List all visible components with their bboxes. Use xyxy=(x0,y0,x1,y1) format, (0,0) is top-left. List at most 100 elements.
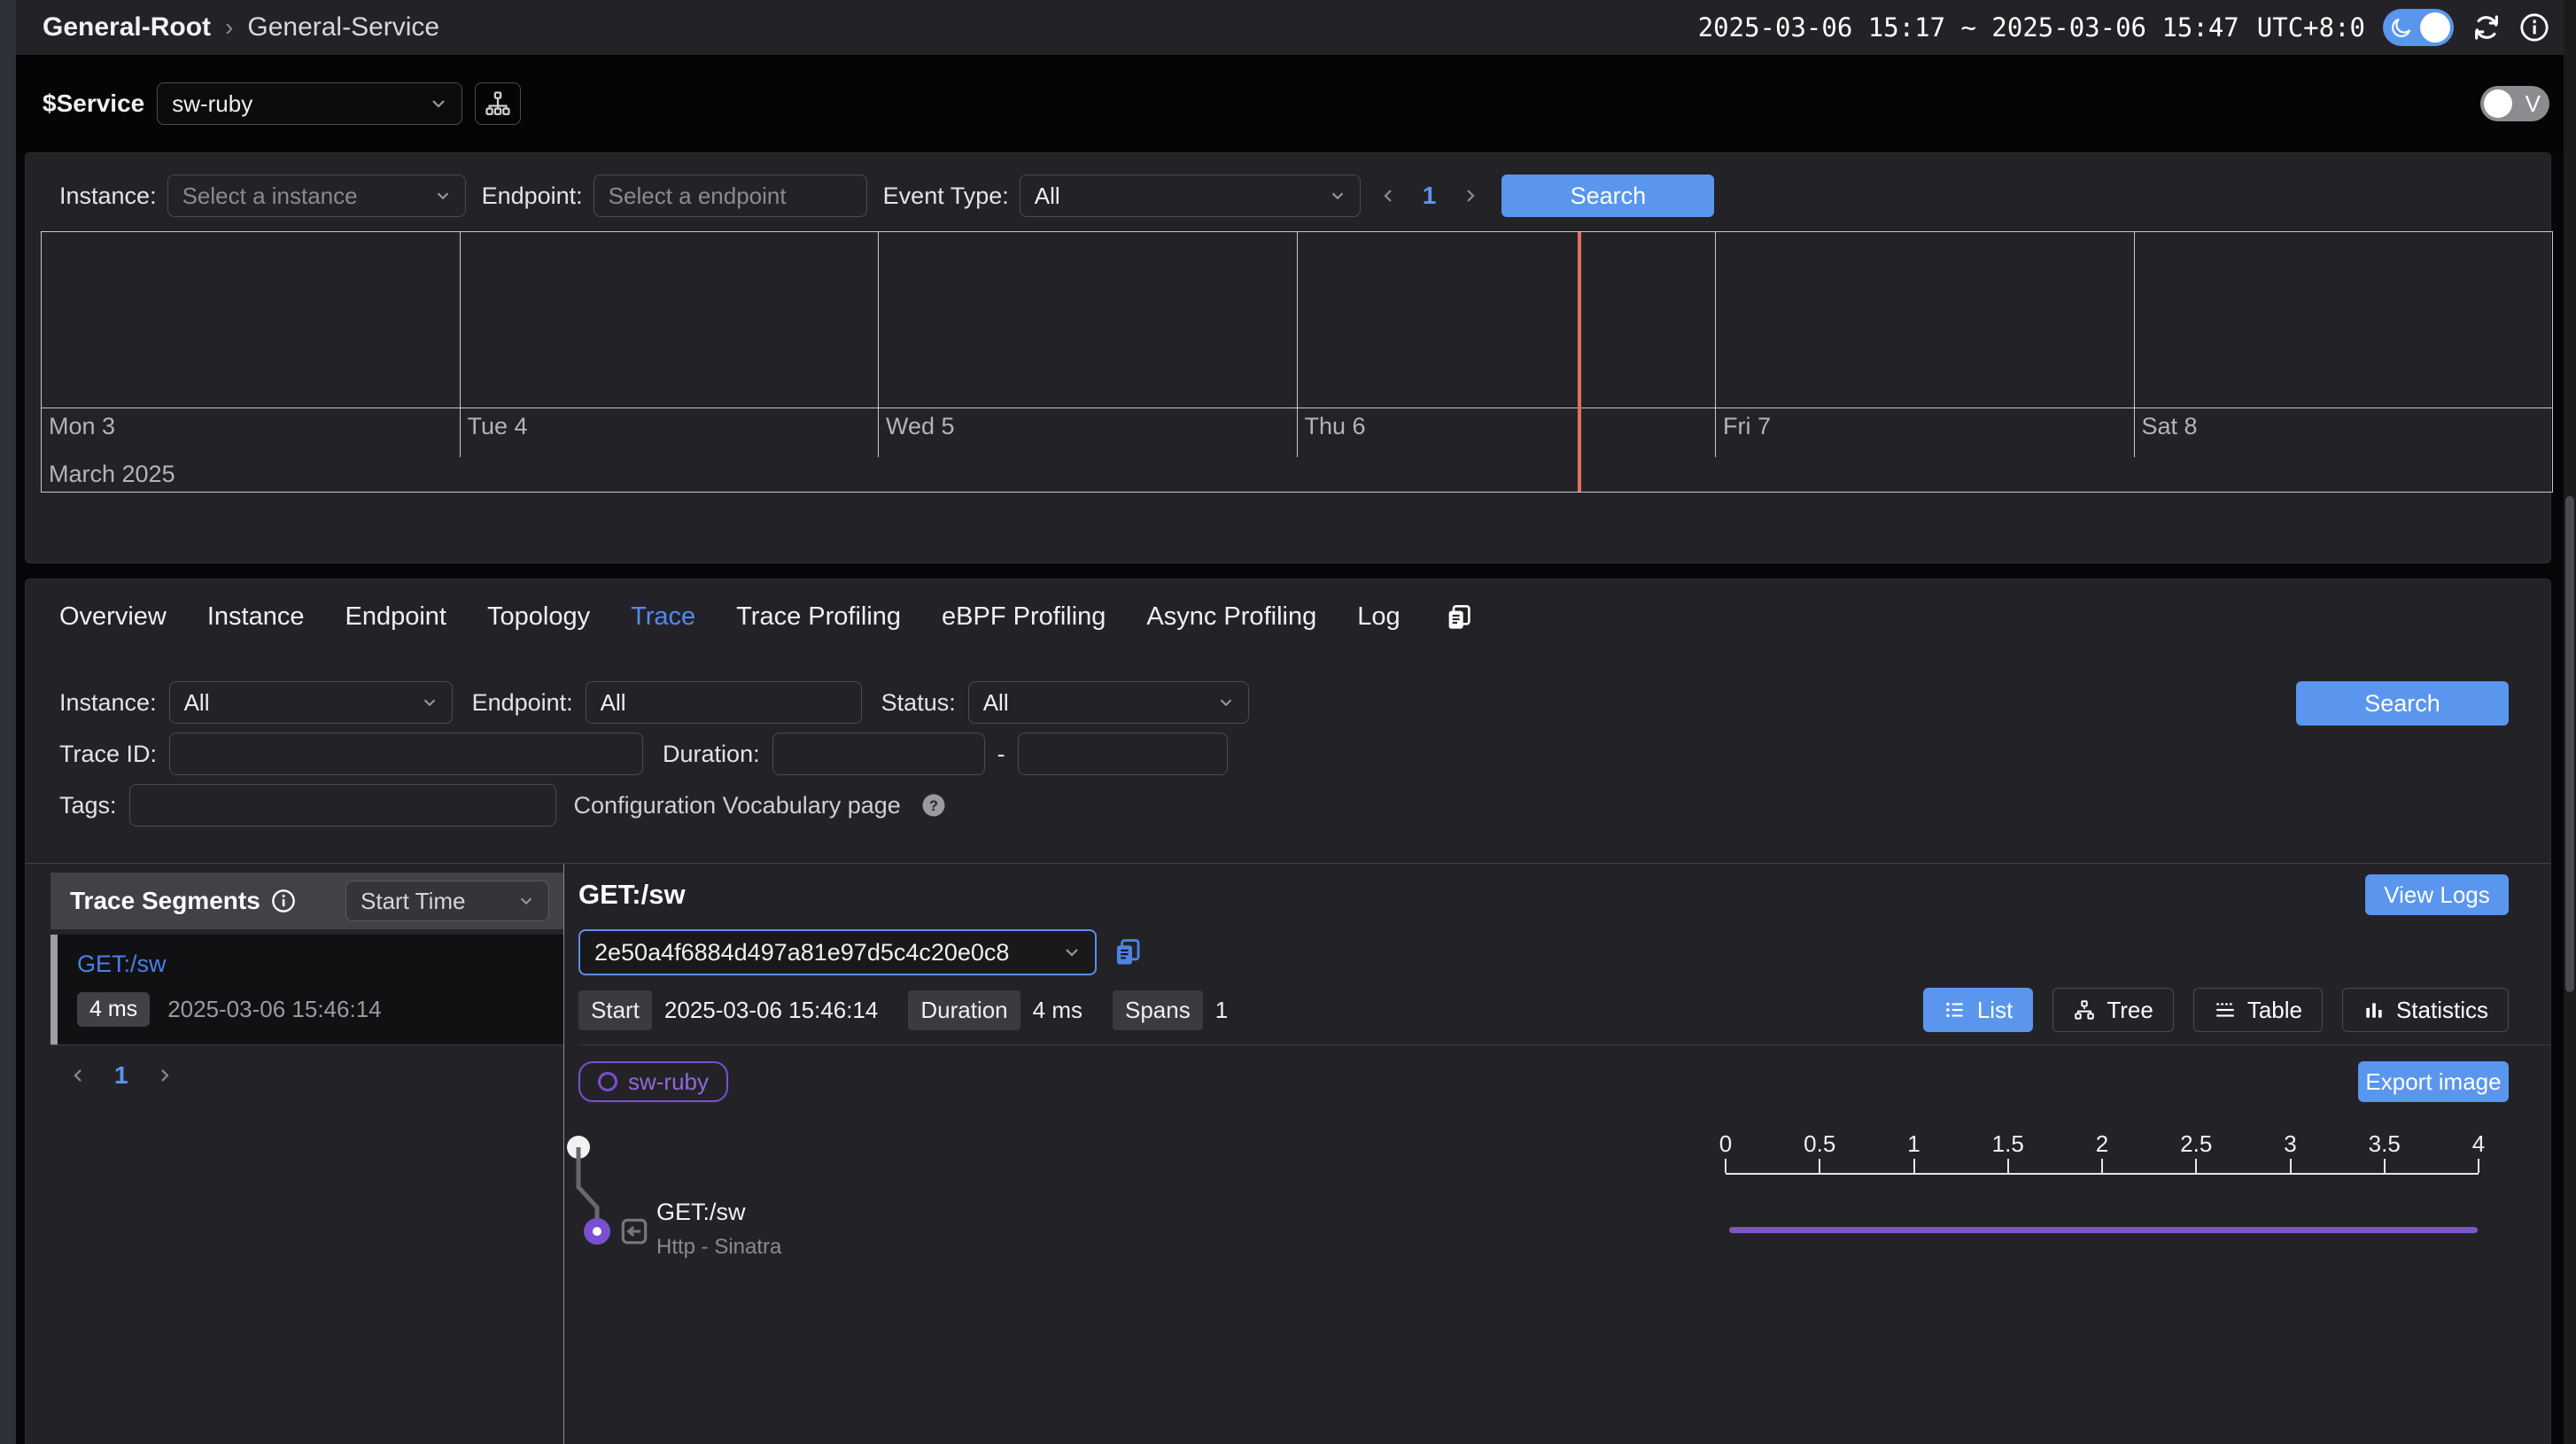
start-group: Start 2025-03-06 15:46:14 xyxy=(578,990,878,1030)
view-statistics-button[interactable]: Statistics xyxy=(2342,988,2509,1032)
trace-instance-value: All xyxy=(184,689,210,717)
export-image-button[interactable]: Export image xyxy=(2358,1061,2509,1102)
timezone-label: UTC+8:0 xyxy=(2257,12,2365,43)
calendar-day-column: Thu 6 xyxy=(1298,232,1717,457)
scrollbar-thumb[interactable] xyxy=(2565,496,2574,992)
view-table-button[interactable]: Table xyxy=(2193,988,2323,1032)
tree-icon xyxy=(2073,998,2096,1021)
tab-ebpf-profiling[interactable]: eBPF Profiling xyxy=(942,602,1106,632)
view-logs-button[interactable]: View Logs xyxy=(2365,874,2509,915)
time-range-picker[interactable]: 2025-03-06 15:17 ~ 2025-03-06 15:47 xyxy=(1698,12,2239,43)
trace-title: GET:/sw xyxy=(578,879,686,911)
status-label: Status: xyxy=(881,689,956,717)
duration-label-chip: Duration xyxy=(908,990,1020,1030)
axis-tick-label: 3.5 xyxy=(2369,1130,2401,1158)
chevron-right-icon[interactable] xyxy=(1459,185,1480,206)
chevron-left-icon[interactable] xyxy=(1378,185,1400,206)
view-table-label: Table xyxy=(2247,997,2302,1024)
calendar-day-label: Tue 4 xyxy=(468,413,528,440)
refresh-icon[interactable] xyxy=(2471,12,2502,43)
segment-endpoint-link[interactable]: GET:/sw xyxy=(77,951,546,978)
tab-log[interactable]: Log xyxy=(1357,602,1400,632)
calendar-day-column: Fri 7 xyxy=(1716,232,2135,457)
segment-meta: 4 ms 2025-03-06 15:46:14 xyxy=(77,992,546,1027)
trace-status-select[interactable]: All xyxy=(968,681,1249,724)
spans-label-chip: Spans xyxy=(1113,990,1203,1030)
trace-detail-header: GET:/sw View Logs xyxy=(578,874,2509,915)
spans-group: Spans 1 xyxy=(1113,990,1228,1030)
view-mode-buttons: List Tree xyxy=(1923,988,2509,1032)
segments-page-number[interactable]: 1 xyxy=(114,1061,128,1090)
spans-value: 1 xyxy=(1215,997,1228,1024)
event-page-number[interactable]: 1 xyxy=(1423,182,1437,210)
tab-topology[interactable]: Topology xyxy=(487,602,590,632)
event-type-label: Event Type: xyxy=(883,182,1009,210)
vocabulary-link[interactable]: Configuration Vocabulary page xyxy=(574,792,901,819)
duration-max-input[interactable] xyxy=(1018,733,1228,775)
event-instance-select[interactable]: Select a instance xyxy=(167,175,466,217)
chevron-right-icon[interactable] xyxy=(153,1065,175,1086)
trace-id-select[interactable]: 2e50a4f6884d497a81e97d5c4c20e0c8 xyxy=(578,929,1097,975)
trace-id-value: 2e50a4f6884d497a81e97d5c4c20e0c8 xyxy=(594,939,1009,967)
tab-async-profiling[interactable]: Async Profiling xyxy=(1146,602,1316,632)
span-node-dot[interactable] xyxy=(584,1218,610,1245)
detail-divider xyxy=(578,1044,2550,1045)
help-icon[interactable]: ? xyxy=(920,792,947,819)
event-pagination: 1 xyxy=(1378,182,1481,210)
trace-segment-item[interactable]: GET:/sw 4 ms 2025-03-06 15:46:14 xyxy=(50,935,563,1045)
event-search-button[interactable]: Search xyxy=(1501,175,1714,217)
duration-value: 4 ms xyxy=(1033,997,1082,1024)
moon-icon xyxy=(2390,16,2413,39)
copy-dashboard-icon[interactable] xyxy=(1445,603,1473,632)
tab-overview[interactable]: Overview xyxy=(59,602,167,632)
calendar-day-column: Tue 4 xyxy=(461,232,880,457)
topology-icon xyxy=(485,90,511,117)
event-type-select[interactable]: All xyxy=(1020,175,1361,217)
view-list-label: List xyxy=(1977,997,2013,1024)
chevron-down-icon xyxy=(1328,186,1347,206)
service-legend-label: sw-ruby xyxy=(628,1068,709,1096)
event-endpoint-input[interactable] xyxy=(594,175,867,217)
trace-search-button[interactable]: Search xyxy=(2296,681,2509,726)
duration-min-input[interactable] xyxy=(772,733,985,775)
chevron-down-icon xyxy=(433,186,453,206)
svg-text:?: ? xyxy=(929,798,938,814)
tab-trace[interactable]: Trace xyxy=(631,602,695,632)
top-bar: General-Root › General-Service 2025-03-0… xyxy=(16,0,2576,55)
tab-instance[interactable]: Instance xyxy=(207,602,305,632)
breadcrumb-current: General-Service xyxy=(247,12,439,43)
info-icon[interactable] xyxy=(2519,12,2549,43)
sort-order-select[interactable]: Start Time xyxy=(345,881,549,921)
circle-icon xyxy=(598,1072,617,1091)
tab-trace-profiling[interactable]: Trace Profiling xyxy=(736,602,901,632)
start-label-chip: Start xyxy=(578,990,652,1030)
chevron-left-icon[interactable] xyxy=(68,1065,89,1086)
dark-mode-toggle[interactable] xyxy=(2383,9,2454,46)
event-timeline-calendar[interactable]: Mon 3 Tue 4 Wed 5 Thu 6 Fri 7 Sat 8 Marc… xyxy=(41,231,2553,493)
trace-instance-select[interactable]: All xyxy=(169,681,453,724)
span-endpoint-name[interactable]: GET:/sw xyxy=(656,1199,746,1226)
calendar-month-label: March 2025 xyxy=(49,461,175,488)
topbar-controls: 2025-03-06 15:17 ~ 2025-03-06 15:47 UTC+… xyxy=(1698,9,2549,46)
copy-trace-id-icon[interactable] xyxy=(1113,937,1143,967)
calendar-day-column: Wed 5 xyxy=(879,232,1298,457)
tab-endpoint[interactable]: Endpoint xyxy=(345,602,447,632)
view-list-button[interactable]: List xyxy=(1923,988,2033,1032)
service-legend-tag[interactable]: sw-ruby xyxy=(578,1061,728,1102)
trace-results-area: Trace Segments Start Time GET:/sw xyxy=(26,863,2550,1444)
tags-input[interactable] xyxy=(129,784,556,827)
info-icon[interactable] xyxy=(271,889,296,913)
trace-endpoint-input[interactable] xyxy=(586,681,862,724)
view-tree-button[interactable]: Tree xyxy=(2052,988,2174,1032)
trace-span-list: GET:/sw Http - Sinatra 0 0.5 1 1.5 2 2.5… xyxy=(564,1109,2550,1437)
topology-shortcut-button[interactable] xyxy=(475,82,521,125)
trace-detail-panel: GET:/sw View Logs 2e50a4f6884d497a81e97d… xyxy=(564,864,2550,1444)
variables-toggle-label: V xyxy=(2526,90,2541,118)
service-select[interactable]: sw-ruby xyxy=(157,82,462,125)
trace-id-input[interactable] xyxy=(169,733,643,775)
service-selector-row: $Service sw-ruby V xyxy=(16,55,2576,152)
variables-toggle[interactable]: V xyxy=(2480,86,2549,121)
view-statistics-label: Statistics xyxy=(2396,997,2488,1024)
breadcrumb-root[interactable]: General-Root xyxy=(43,12,211,43)
span-duration-bar[interactable] xyxy=(1729,1227,2478,1233)
